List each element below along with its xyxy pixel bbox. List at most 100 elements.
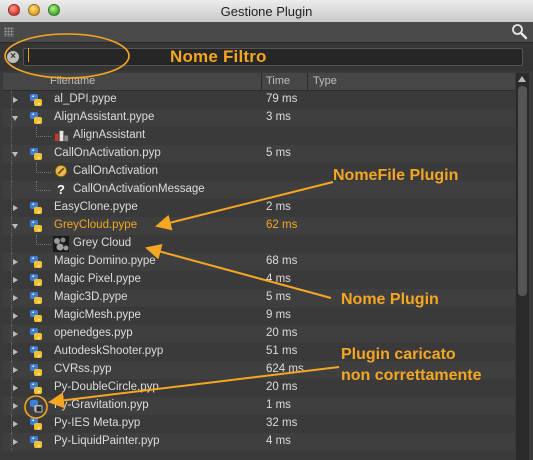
plugin-name: CallOnActivationMessage: [73, 183, 205, 195]
plugin-row[interactable]: Py-IES Meta.pyp 32 ms: [3, 415, 515, 433]
plugin-row[interactable]: Magic Pixel.pype 4 ms: [3, 271, 515, 289]
search-icon[interactable]: [511, 23, 528, 40]
annotation-load-error-line1: Plugin caricato: [341, 346, 456, 363]
plugin-row[interactable]: Py-Gravitation.pyp 1 ms: [3, 397, 515, 415]
plugin-load-time: 4 ms: [266, 273, 291, 285]
python-file-icon: [29, 435, 43, 449]
plugin-filename: AutodeskShooter.pyp: [54, 345, 164, 357]
python-file-icon: [29, 147, 43, 161]
collapse-triangle-icon[interactable]: [12, 224, 18, 229]
plugin-load-time: 5 ms: [266, 147, 291, 159]
plugin-filename: Magic3D.pype: [54, 291, 128, 303]
python-file-error-icon: [29, 399, 43, 413]
expand-triangle-icon[interactable]: [13, 403, 18, 409]
annotation-load-error-line2: non correttamente: [341, 367, 482, 384]
expand-triangle-icon[interactable]: [13, 97, 18, 103]
window-title: Gestione Plugin: [220, 4, 313, 19]
collapse-triangle-icon[interactable]: [12, 116, 18, 121]
plugin-child-row[interactable]: AlignAssistant: [3, 127, 515, 145]
plugin-filename: GreyCloud.pype: [54, 219, 138, 231]
plugin-row[interactable]: GreyCloud.pype 62 ms: [3, 217, 515, 235]
plugin-filename: EasyClone.pype: [54, 201, 138, 213]
plugin-child-row[interactable]: Grey Cloud: [3, 235, 515, 253]
python-file-icon: [29, 273, 43, 287]
python-file-icon: [29, 93, 43, 107]
expand-triangle-icon[interactable]: [13, 349, 18, 355]
tree-guide-line: [11, 163, 13, 181]
tree-guide-line: [11, 235, 13, 253]
annotation-plugin-filename: NomeFile Plugin: [333, 167, 459, 184]
plugin-row[interactable]: AlignAssistant.pype 3 ms: [3, 109, 515, 127]
collapse-triangle-icon[interactable]: [12, 152, 18, 157]
annotation-plugin-name: Nome Plugin: [341, 291, 439, 308]
plugin-row[interactable]: CallOnActivation.pyp 5 ms: [3, 145, 515, 163]
plugin-load-time: 4 ms: [266, 435, 291, 447]
plugin-filename: CallOnActivation.pyp: [54, 147, 161, 159]
list-header: Filename Time Type: [3, 73, 515, 91]
scrollbar-thumb[interactable]: [518, 86, 527, 296]
column-type[interactable]: Type: [313, 75, 337, 87]
expand-triangle-icon[interactable]: [13, 205, 18, 211]
annotation-filter-name: Nome Filtro: [170, 47, 267, 66]
plugin-filename: Magic Pixel.pype: [54, 273, 141, 285]
clear-filter-icon[interactable]: ×: [7, 51, 19, 63]
plugin-load-time: 20 ms: [266, 381, 298, 393]
plugin-row[interactable]: Magic Domino.pype 68 ms: [3, 253, 515, 271]
python-file-icon: [29, 309, 43, 323]
plugin-row[interactable]: MagicMesh.pype 9 ms: [3, 307, 515, 325]
expand-triangle-icon[interactable]: [13, 331, 18, 337]
python-file-icon: [29, 201, 43, 215]
expand-triangle-icon[interactable]: [13, 385, 18, 391]
plugin-filename: openedges.pyp: [54, 327, 133, 339]
drag-grip-icon[interactable]: [4, 27, 14, 37]
column-filename[interactable]: Filename: [50, 75, 95, 87]
plugin-row[interactable]: EasyClone.pype 2 ms: [3, 199, 515, 217]
question-icon: ?: [57, 182, 65, 197]
plugin-filename: CVRss.pyp: [54, 363, 112, 375]
expand-triangle-icon[interactable]: [13, 259, 18, 265]
plugin-filename: Py-LiquidPainter.pyp: [54, 435, 160, 447]
plugin-manager-window: Gestione Plugin × Filename Time Type al_…: [0, 0, 533, 460]
plugin-load-time: 79 ms: [266, 93, 298, 105]
text-caret: [28, 48, 29, 62]
expand-triangle-icon[interactable]: [13, 277, 18, 283]
python-file-icon: [29, 255, 43, 269]
plugin-row[interactable]: al_DPI.pype 79 ms: [3, 91, 515, 109]
plugin-name: CallOnActivation: [73, 165, 159, 177]
plugin-load-time: 5 ms: [266, 291, 291, 303]
warning-icon: [53, 164, 69, 180]
column-divider[interactable]: [261, 73, 262, 90]
plugin-row[interactable]: openedges.pyp 20 ms: [3, 325, 515, 343]
expand-triangle-icon[interactable]: [13, 295, 18, 301]
python-file-icon: [29, 363, 43, 377]
plugin-load-time: 32 ms: [266, 417, 298, 429]
plugin-filename: Py-Gravitation.pyp: [54, 399, 149, 411]
column-time[interactable]: Time: [266, 75, 290, 87]
title-bar[interactable]: Gestione Plugin: [0, 0, 533, 23]
python-file-icon: [29, 381, 43, 395]
scroll-up-arrow-icon[interactable]: [518, 76, 526, 82]
plugin-load-time: 20 ms: [266, 327, 298, 339]
align-assistant-icon: [53, 128, 69, 144]
expand-triangle-icon[interactable]: [13, 439, 18, 445]
tree-guide-line: [11, 127, 13, 145]
plugin-name: AlignAssistant: [73, 129, 146, 141]
plugin-load-time: 3 ms: [266, 111, 291, 123]
plugin-load-time: 9 ms: [266, 309, 291, 321]
plugin-filename: Magic Domino.pype: [54, 255, 156, 267]
plugin-filename: al_DPI.pype: [54, 93, 117, 105]
column-divider[interactable]: [307, 73, 308, 90]
plugin-list: al_DPI.pype 79 ms AlignAssistant.pype 3 ms A…: [3, 91, 515, 460]
plugin-name: Grey Cloud: [73, 237, 132, 249]
expand-triangle-icon[interactable]: [13, 367, 18, 373]
plugin-filename: Py-IES Meta.pyp: [54, 417, 141, 429]
tree-branch-line: [36, 235, 51, 245]
filter-input[interactable]: [23, 48, 523, 66]
expand-triangle-icon[interactable]: [13, 313, 18, 319]
python-file-icon: [29, 345, 43, 359]
plugin-load-time: 624 ms: [266, 363, 304, 375]
plugin-row[interactable]: Py-LiquidPainter.pyp 4 ms: [3, 433, 515, 451]
python-file-icon: [29, 327, 43, 341]
python-file-icon: [29, 291, 43, 305]
expand-triangle-icon[interactable]: [13, 421, 18, 427]
